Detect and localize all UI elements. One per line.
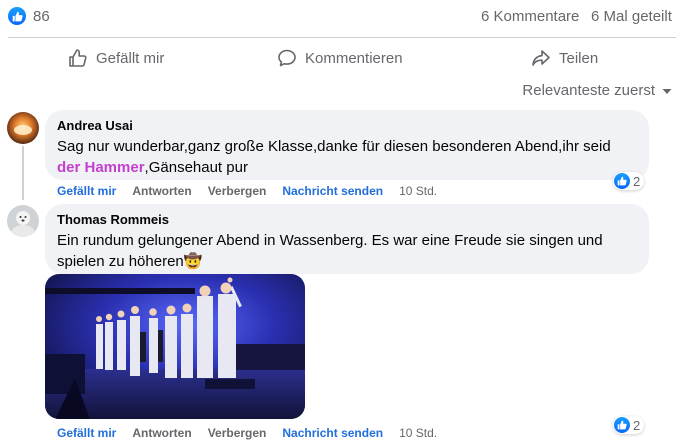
- like-reaction-icon: [614, 417, 630, 433]
- comment-text-part: Ein rundum gelungener Abend in Wassenber…: [57, 232, 603, 270]
- share-button[interactable]: Teilen: [531, 42, 598, 74]
- comment-button-label: Kommentieren: [305, 49, 403, 67]
- like-reaction-icon[interactable]: [8, 7, 26, 25]
- send-message-link[interactable]: Nachricht senden: [282, 426, 383, 440]
- comment-text-part: Sag nur wunderbar,ganz große Klasse,dank…: [57, 138, 611, 155]
- send-message-link[interactable]: Nachricht senden: [282, 184, 383, 198]
- avatar[interactable]: [7, 205, 39, 237]
- speech-bubble-icon: [278, 49, 296, 67]
- comment-actions: Gefällt mir Antworten Verbergen Nachrich…: [57, 426, 437, 440]
- share-count[interactable]: 6 Mal geteilt: [591, 8, 672, 25]
- comment-timestamp[interactable]: 10 Std.: [399, 184, 437, 198]
- thread-line: [22, 146, 24, 200]
- highlighted-text: der Hammer: [57, 159, 145, 176]
- comment-photo[interactable]: [45, 274, 305, 419]
- comment-sort-dropdown[interactable]: Relevanteste zuerst: [522, 82, 673, 99]
- comment-button[interactable]: Kommentieren: [277, 42, 403, 74]
- sort-label: Relevanteste zuerst: [522, 82, 655, 99]
- comment-bubble: Andrea Usai Sag nur wunderbar,ganz große…: [45, 110, 649, 180]
- comment-author[interactable]: Andrea Usai: [57, 118, 637, 133]
- reaction-count: 2: [633, 417, 641, 433]
- avatar[interactable]: [7, 112, 39, 144]
- comment-hide-link[interactable]: Verbergen: [208, 184, 267, 198]
- cowboy-emoji: 🤠: [183, 253, 203, 270]
- divider: [8, 37, 676, 38]
- comment-bubble: Thomas Rommeis Ein rundum gelungener Abe…: [45, 204, 649, 274]
- reaction-count[interactable]: 86: [33, 8, 50, 25]
- comment-like-link[interactable]: Gefällt mir: [57, 426, 116, 440]
- comment-reaction-count[interactable]: 2: [613, 416, 645, 434]
- comment-like-link[interactable]: Gefällt mir: [57, 184, 116, 198]
- comment-timestamp[interactable]: 10 Std.: [399, 426, 437, 440]
- like-button-label: Gefällt mir: [96, 49, 165, 67]
- comment-count[interactable]: 6 Kommentare: [481, 8, 579, 25]
- comment-hide-link[interactable]: Verbergen: [208, 426, 267, 440]
- comment-actions: Gefällt mir Antworten Verbergen Nachrich…: [57, 184, 437, 198]
- comment-author[interactable]: Thomas Rommeis: [57, 212, 637, 227]
- post-stats-row: 86 6 Kommentare 6 Mal geteilt: [8, 6, 678, 28]
- comment-reply-link[interactable]: Antworten: [132, 426, 191, 440]
- like-button[interactable]: Gefällt mir: [68, 42, 164, 74]
- like-reaction-icon: [614, 173, 630, 189]
- reaction-count: 2: [633, 173, 641, 189]
- share-button-label: Teilen: [559, 49, 599, 67]
- comment-text: Ein rundum gelungener Abend in Wassenber…: [57, 230, 637, 272]
- comment-reaction-count[interactable]: 2: [613, 172, 645, 190]
- thumbs-up-icon: [69, 49, 87, 67]
- comment-text-part: ,Gänsehaut pur: [144, 159, 248, 176]
- comment-reply-link[interactable]: Antworten: [132, 184, 191, 198]
- share-arrow-icon: [532, 50, 550, 66]
- comment-text: Sag nur wunderbar,ganz große Klasse,dank…: [57, 136, 637, 178]
- chevron-down-icon: [662, 88, 672, 94]
